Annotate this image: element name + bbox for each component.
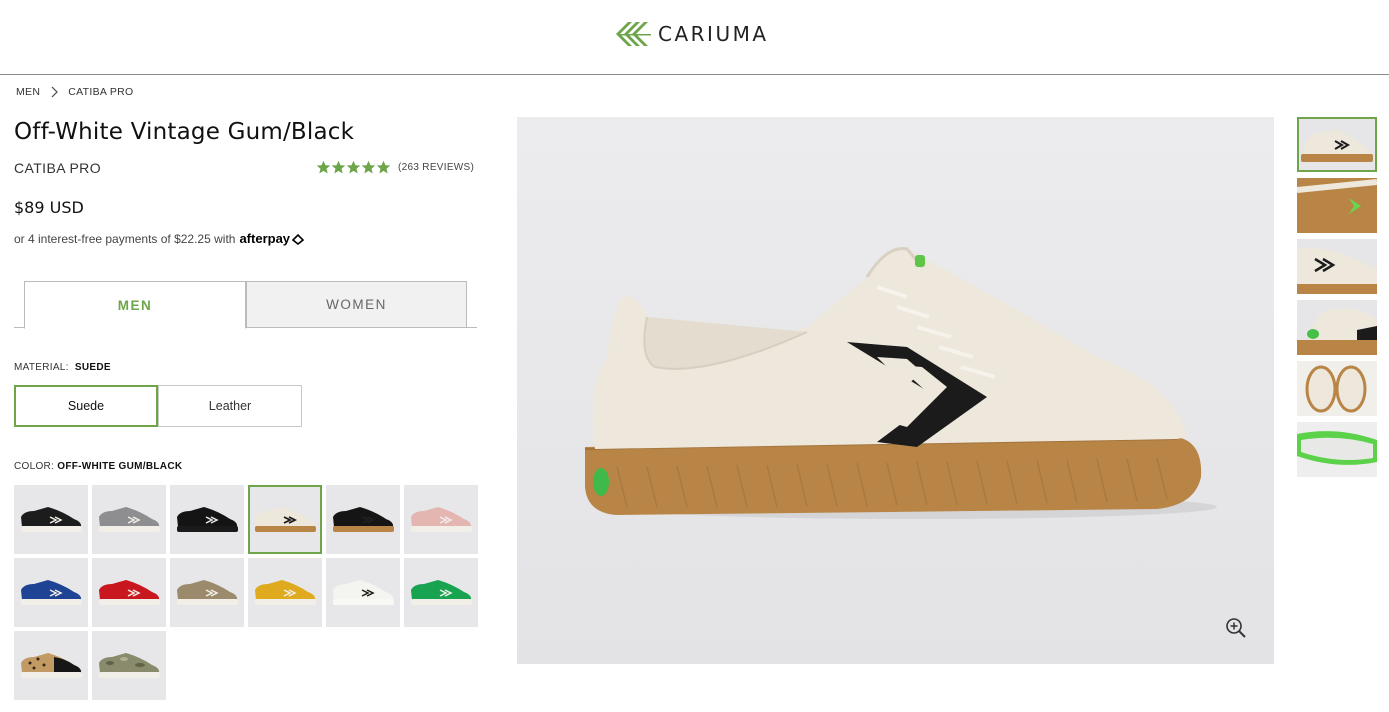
shoe-thumbnail	[99, 507, 160, 532]
color-swatch[interactable]	[14, 485, 88, 554]
shoe-thumbnail	[99, 653, 160, 678]
thumbnail-sole-view	[1297, 178, 1377, 233]
color-swatch[interactable]	[92, 485, 166, 554]
color-selected: OFF-WHITE GUM/BLACK	[57, 461, 183, 472]
site-header: CARIUMA	[0, 0, 1389, 75]
afterpay-logo[interactable]: afterpay	[239, 231, 305, 246]
color-swatch[interactable]	[92, 558, 166, 627]
shoe-thumbnail	[21, 653, 82, 678]
brand-name: CARIUMA	[658, 22, 769, 46]
tab-men[interactable]: MEN	[24, 281, 246, 329]
cariuma-leaf-icon	[616, 22, 651, 46]
reviews-count: (263 REVIEWS)	[398, 162, 475, 173]
product-title: Off-White Vintage Gum/Black	[14, 119, 355, 145]
color-swatch[interactable]	[326, 558, 400, 627]
star-icon	[331, 160, 346, 174]
gallery-thumbnail[interactable]	[1297, 361, 1377, 416]
tab-women[interactable]: WOMEN	[246, 281, 467, 328]
shoe-image	[584, 247, 1217, 519]
zoom-in-icon[interactable]	[1225, 617, 1247, 639]
chevron-right-icon	[51, 86, 59, 98]
thumbnail-top-view	[1297, 361, 1377, 416]
shoe-thumbnail	[99, 580, 160, 605]
gallery-thumbnail[interactable]	[1297, 239, 1377, 294]
color-swatch[interactable]	[170, 558, 244, 627]
shoe-thumbnail	[255, 580, 316, 605]
thumbnail-detail-view	[1297, 247, 1377, 294]
color-swatches	[14, 485, 479, 700]
color-swatch[interactable]	[14, 558, 88, 627]
shoe-thumbnail	[333, 507, 394, 532]
material-selected: SUEDE	[74, 362, 111, 373]
brand-logo[interactable]: CARIUMA	[614, 18, 769, 50]
color-swatch[interactable]	[404, 558, 478, 627]
afterpay-arrows-icon	[291, 233, 305, 245]
breadcrumb-catiba-pro[interactable]: CATIBA PRO	[68, 86, 133, 98]
gallery-thumbnail[interactable]	[1297, 178, 1377, 233]
thumbnail-heel-view	[1297, 308, 1377, 355]
gallery-thumbnail[interactable]	[1297, 300, 1377, 355]
color-swatch-selected[interactable]	[248, 485, 322, 554]
thumbnail-insole-view	[1297, 422, 1377, 477]
color-swatch[interactable]	[326, 485, 400, 554]
shoe-thumbnail	[177, 507, 238, 532]
color-swatch[interactable]	[92, 631, 166, 700]
shoe-thumbnail	[333, 580, 394, 605]
breadcrumb-men[interactable]: MEN	[16, 86, 40, 98]
material-options: Suede Leather	[14, 385, 302, 427]
thumbnail-side-view	[1301, 129, 1373, 162]
color-swatch[interactable]	[14, 631, 88, 700]
star-rating	[316, 160, 391, 175]
material-label: MATERIAL: SUEDE	[14, 362, 111, 373]
shoe-thumbnail	[411, 580, 472, 605]
star-icon	[346, 160, 361, 174]
star-icon	[361, 160, 376, 174]
shoe-thumbnail	[411, 507, 472, 532]
shoe-thumbnail	[255, 507, 316, 532]
breadcrumb: MEN CATIBA PRO	[16, 86, 133, 98]
product-collection: CATIBA PRO	[14, 160, 101, 176]
gallery-thumbnails	[1297, 117, 1377, 477]
main-product-image[interactable]	[517, 117, 1274, 664]
shoe-thumbnail	[21, 507, 82, 532]
color-label-text: COLOR:	[14, 461, 55, 472]
color-swatch[interactable]	[248, 558, 322, 627]
gallery-thumbnail-selected[interactable]	[1297, 117, 1377, 172]
color-swatch[interactable]	[404, 485, 478, 554]
material-leather-button[interactable]: Leather	[158, 385, 302, 427]
shoe-thumbnail	[177, 580, 238, 605]
gallery-thumbnail[interactable]	[1297, 422, 1377, 477]
gender-tabs: MEN WOMEN	[14, 281, 477, 329]
product-rating[interactable]: (263 REVIEWS)	[316, 160, 474, 175]
star-icon	[376, 160, 391, 174]
shoe-thumbnail	[21, 580, 82, 605]
material-label-text: MATERIAL:	[14, 362, 69, 373]
afterpay-label: afterpay	[239, 231, 291, 246]
star-icon	[316, 160, 331, 174]
color-label: COLOR: OFF-WHITE GUM/BLACK	[14, 461, 182, 472]
afterpay-info: or 4 interest-free payments of $22.25 wi…	[14, 231, 305, 246]
material-suede-button[interactable]: Suede	[14, 385, 158, 427]
color-swatch[interactable]	[170, 485, 244, 554]
product-price: $89 USD	[14, 198, 84, 217]
installments-text: or 4 interest-free payments of $22.25 wi…	[14, 231, 236, 246]
